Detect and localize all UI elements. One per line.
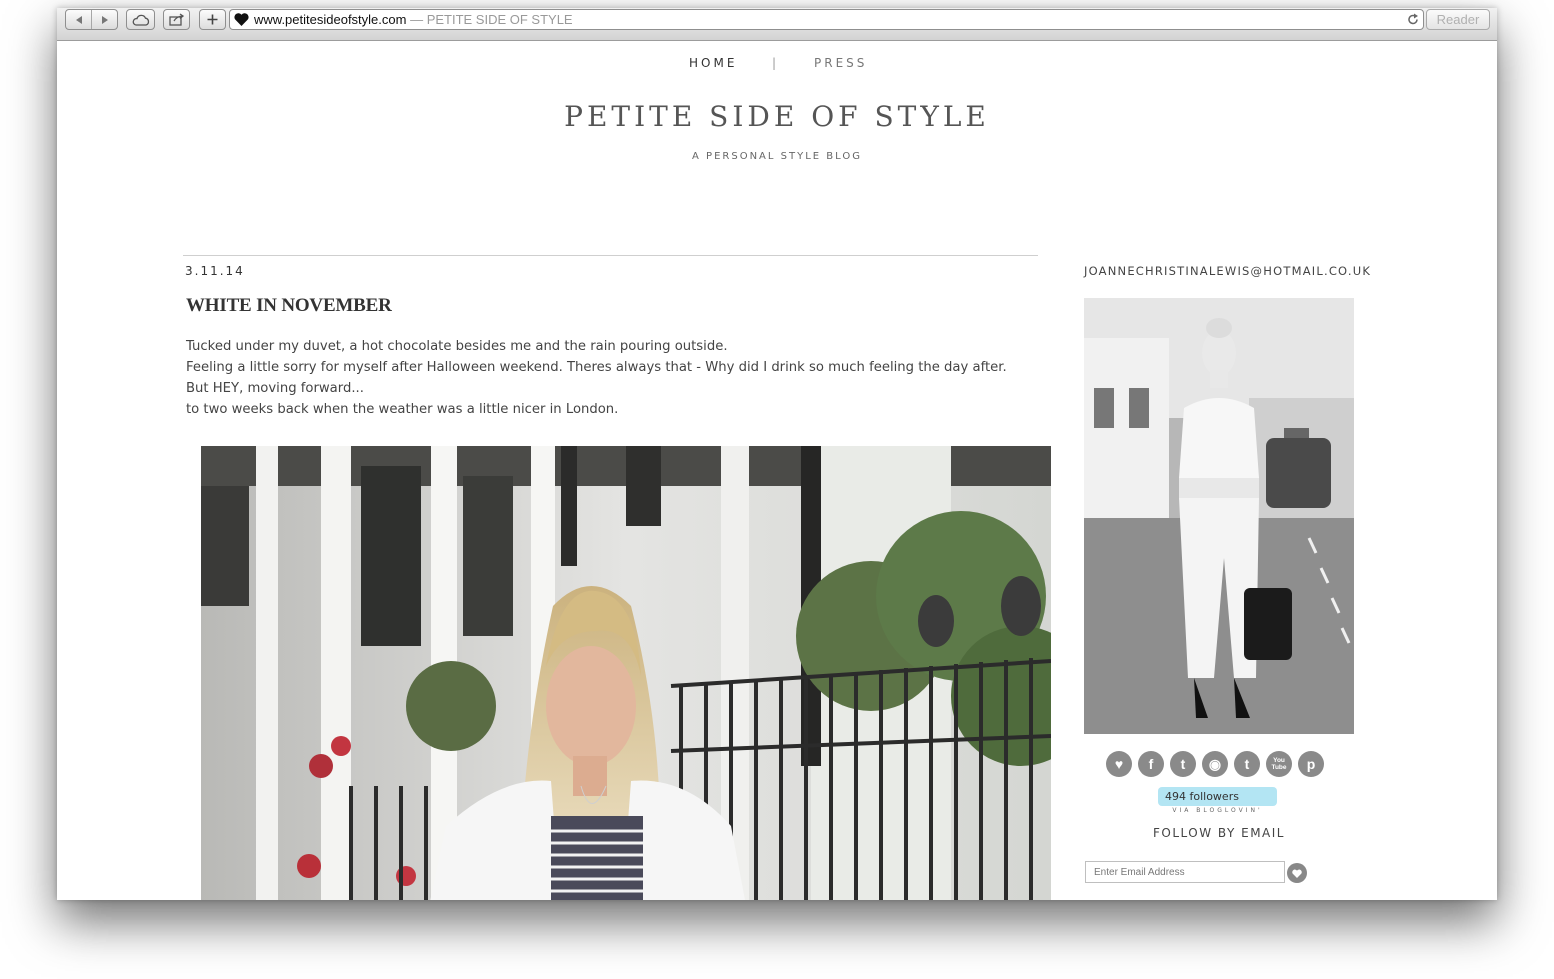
post-title[interactable]: WHITE IN NOVEMBER	[186, 295, 392, 317]
browser-toolbar: www.petitesideofstyle.com — PETITE SIDE …	[57, 8, 1497, 41]
instagram-icon[interactable]: ◉	[1202, 751, 1228, 777]
email-subscribe-input[interactable]	[1085, 861, 1285, 883]
back-button[interactable]	[66, 10, 91, 29]
share-button[interactable]	[163, 9, 190, 30]
reader-button[interactable]: Reader	[1426, 9, 1490, 30]
via-bloglovin-label: VIA BLOGLOVIN'	[1172, 807, 1263, 814]
back-forward-buttons	[65, 9, 118, 30]
nav-home-link[interactable]: HOME	[689, 56, 737, 70]
heart-icon	[1292, 869, 1302, 878]
add-bookmark-button[interactable]	[199, 9, 226, 30]
post-paragraph: Tucked under my duvet, a hot chocolate b…	[186, 339, 728, 354]
contact-email[interactable]: JOANNECHRISTINALEWIS@HOTMAIL.CO.UK	[1084, 264, 1371, 278]
post-photo[interactable]	[201, 446, 1051, 900]
youtube-icon[interactable]: You Tube	[1266, 751, 1292, 777]
post-date: 3.11.14	[185, 264, 245, 278]
post-body: Tucked under my duvet, a hot chocolate b…	[186, 336, 1007, 420]
address-bar[interactable]: www.petitesideofstyle.com — PETITE SIDE …	[229, 9, 1424, 30]
post-photo-illustration	[201, 446, 1051, 900]
plus-icon	[207, 14, 218, 25]
social-icons: ♥ f t ◉ t You Tube p	[1106, 751, 1324, 777]
forward-arrow-icon	[101, 15, 108, 24]
browser-window: www.petitesideofstyle.com — PETITE SIDE …	[57, 8, 1497, 900]
heart-favicon-icon	[234, 13, 249, 26]
site-tagline: A PERSONAL STYLE BLOG	[692, 151, 862, 162]
profile-photo-illustration	[1084, 298, 1354, 734]
url-text: www.petitesideofstyle.com	[254, 12, 407, 27]
site-title[interactable]: PETITE SIDE OF STYLE	[57, 100, 1497, 133]
sidebar-profile-photo	[1084, 298, 1354, 734]
facebook-icon[interactable]: f	[1138, 751, 1164, 777]
email-subscribe-button[interactable]	[1287, 863, 1307, 883]
follow-by-email-heading: FOLLOW BY EMAIL	[1152, 826, 1285, 840]
post-divider	[183, 255, 1038, 256]
pinterest-icon[interactable]: p	[1298, 751, 1324, 777]
reload-icon[interactable]	[1407, 13, 1419, 26]
tab-title-text: PETITE SIDE OF STYLE	[426, 12, 573, 27]
bloglovin-followers-badge[interactable]: 494 followers	[1158, 787, 1277, 806]
forward-button[interactable]	[91, 10, 117, 29]
nav-press-link[interactable]: PRESS	[814, 56, 867, 70]
twitter-icon[interactable]: t	[1170, 751, 1196, 777]
url-separator: —	[406, 12, 427, 27]
post-paragraph: to two weeks back when the weather was a…	[186, 402, 619, 417]
share-icon	[168, 13, 184, 26]
post-paragraph: But HEY, moving forward...	[186, 381, 364, 396]
icloud-tabs-button[interactable]	[126, 9, 155, 30]
bloglovin-heart-icon[interactable]: ♥	[1106, 751, 1132, 777]
tumblr-icon[interactable]: t	[1234, 751, 1260, 777]
post-paragraph: Feeling a little sorry for myself after …	[186, 360, 1007, 375]
nav-divider: |	[772, 56, 780, 70]
cloud-icon	[132, 14, 149, 26]
back-arrow-icon	[75, 15, 82, 24]
